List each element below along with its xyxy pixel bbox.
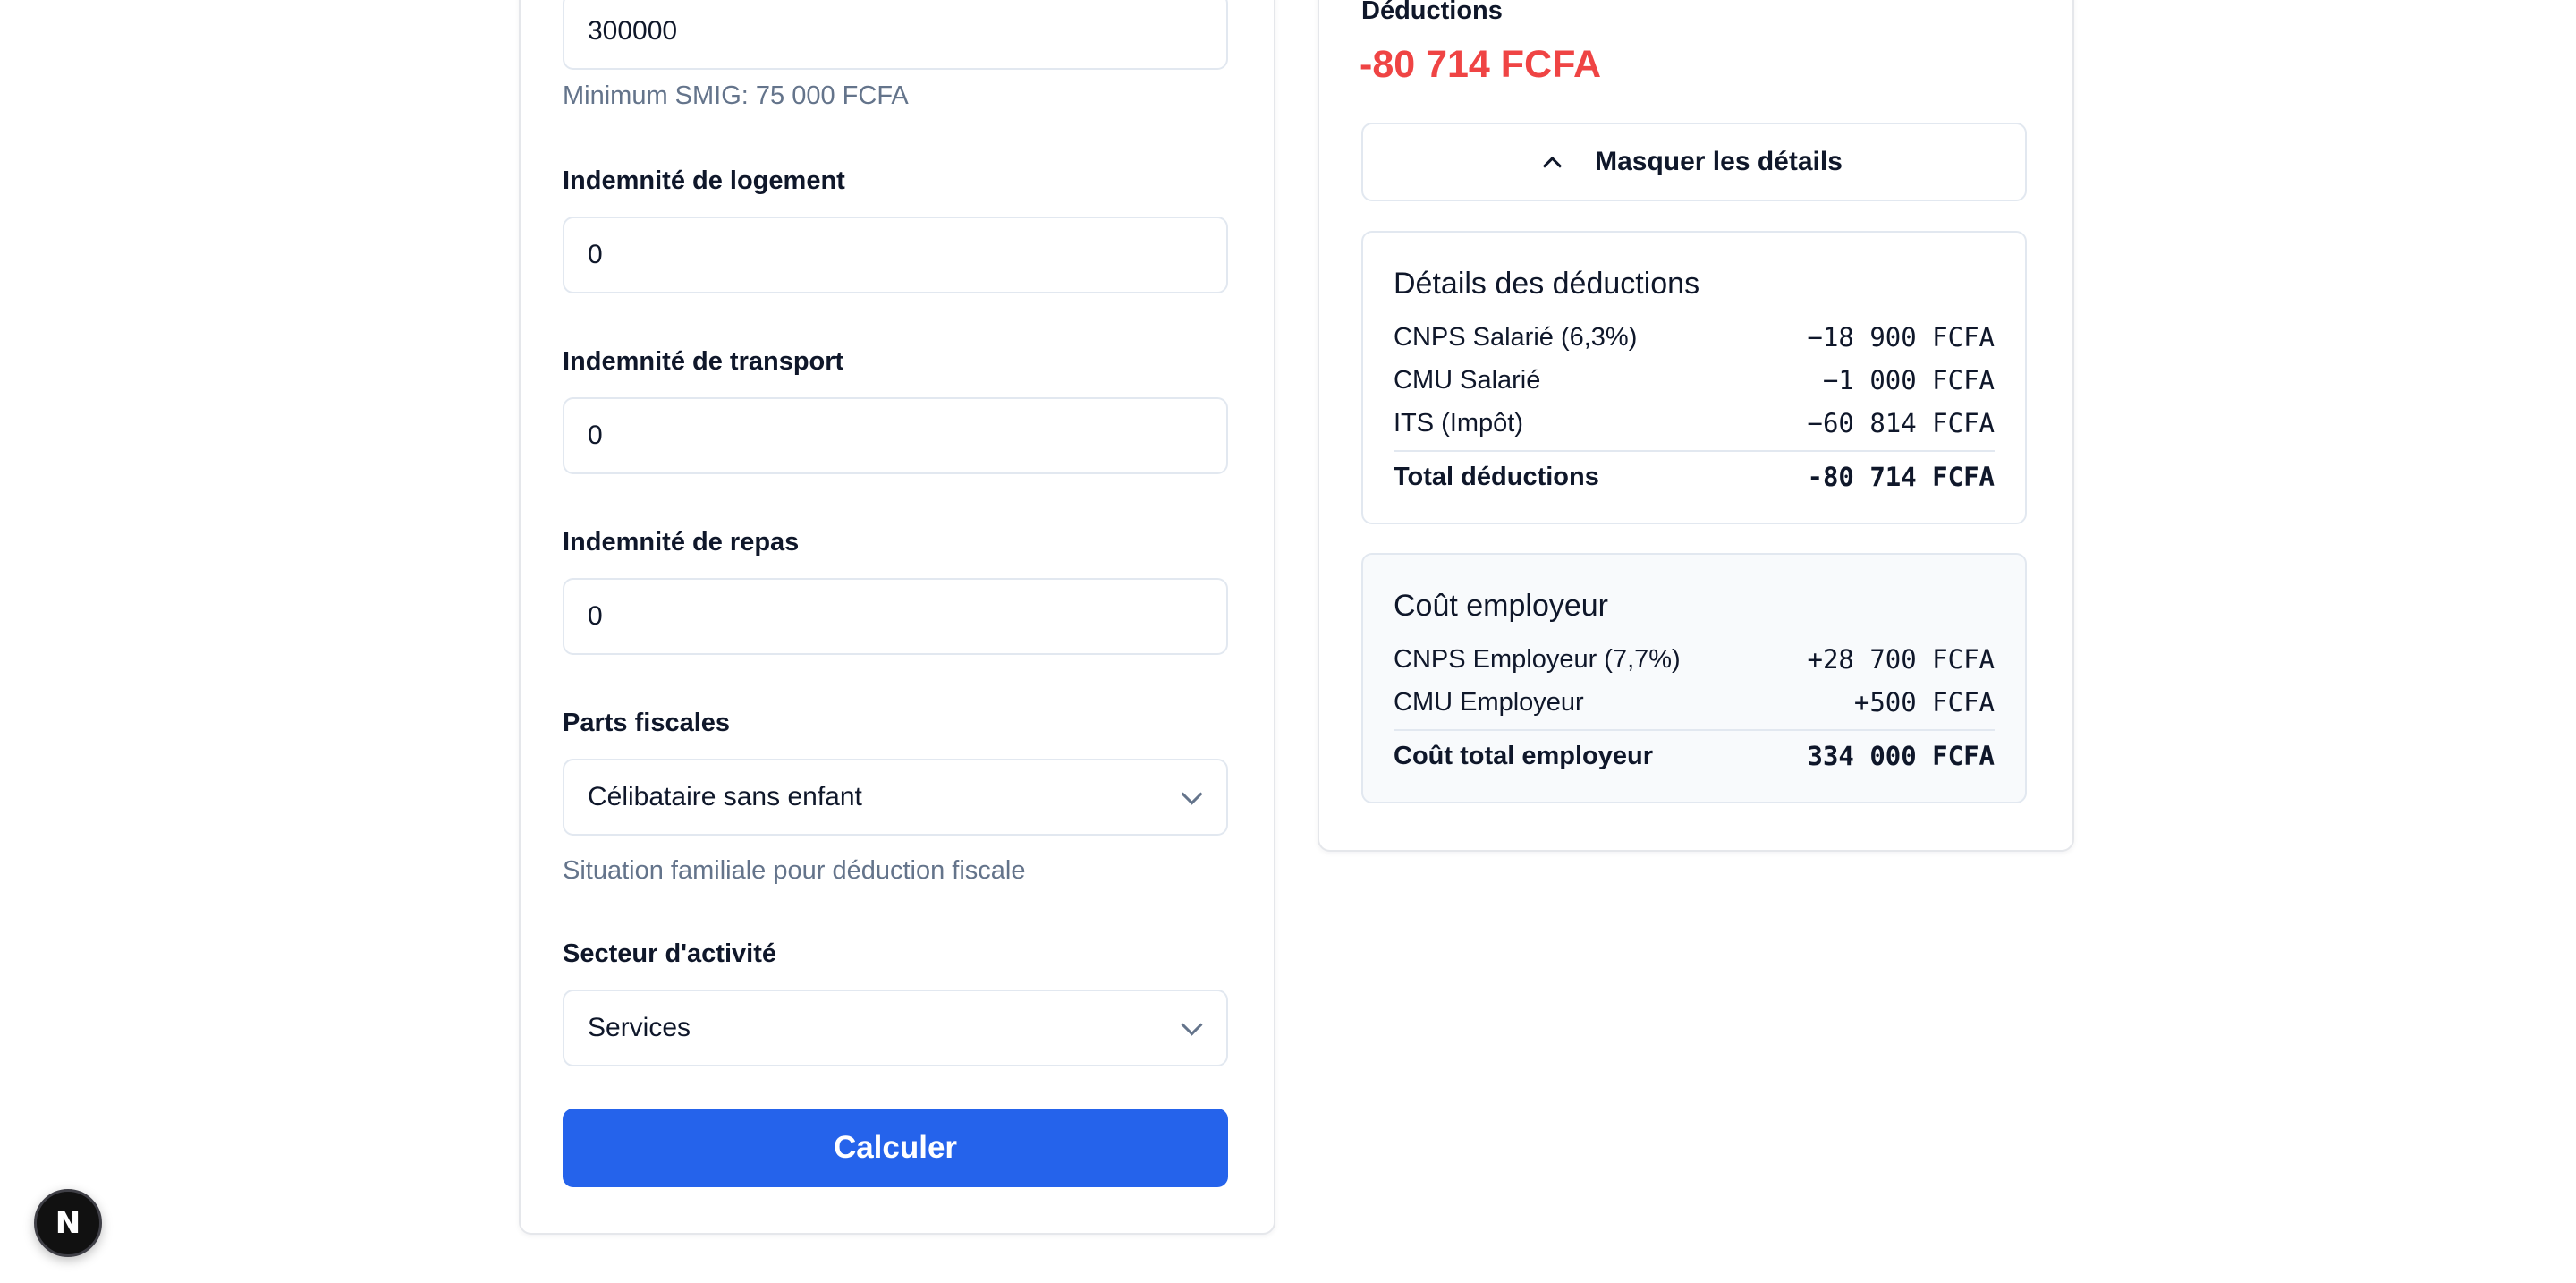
tax-parts-help-text: Situation familiale pour déduction fisca… (563, 856, 1026, 885)
deduction-row-label: ITS (Impôt) (1394, 408, 1524, 438)
deduction-row-value: −60 814 FCFA (1807, 408, 1995, 438)
deduction-row: ITS (Impôt) −60 814 FCFA (1394, 402, 1995, 445)
employer-row-value: +500 FCFA (1853, 687, 1995, 718)
employer-cost-title: Coût employeur (1394, 589, 1609, 623)
deduction-row: CMU Salarié −1 000 FCFA (1394, 359, 1995, 402)
meal-label: Indemnité de repas (563, 528, 800, 557)
housing-label: Indemnité de logement (563, 166, 845, 195)
hide-details-button[interactable]: Masquer les détails (1361, 123, 2027, 201)
chevron-up-icon (1542, 156, 1563, 175)
tax-parts-select[interactable]: Célibataire sans enfant (563, 759, 1228, 836)
deduction-row-label: CMU Salarié (1394, 365, 1541, 395)
meal-allowance-input[interactable]: 0 (563, 578, 1228, 655)
chevron-down-icon (1181, 783, 1203, 805)
employer-total-label: Coût total employeur (1394, 741, 1654, 770)
housing-value: 0 (588, 240, 603, 269)
sector-value: Services (588, 1013, 691, 1042)
chevron-down-icon (1181, 1014, 1203, 1036)
deductions-detail-panel: Détails des déductions CNPS Salarié (6,3… (1361, 231, 2027, 524)
meal-value: 0 (588, 601, 603, 631)
tax-parts-value: Célibataire sans enfant (588, 782, 862, 811)
employer-row-label: CMU Employeur (1394, 687, 1584, 717)
tax-parts-label: Parts fiscales (563, 709, 731, 737)
deduction-row: CNPS Salarié (6,3%) −18 900 FCFA (1394, 316, 1995, 359)
employer-row-label: CNPS Employeur (7,7%) (1394, 644, 1681, 674)
deductions-total-row: Total déductions -80 714 FCFA (1394, 450, 1995, 502)
transport-value: 0 (588, 421, 603, 450)
gross-salary-value: 300000 (588, 16, 678, 46)
deduction-row-value: −1 000 FCFA (1822, 365, 1995, 395)
deductions-label: Déductions (1361, 0, 1503, 25)
hide-details-label: Masquer les détails (1595, 147, 1843, 176)
page: 300000 Minimum SMIG: 75 000 FCFA Indemni… (0, 0, 2576, 1283)
housing-allowance-input[interactable]: 0 (563, 217, 1228, 293)
deduction-row-value: −18 900 FCFA (1807, 322, 1995, 353)
transport-allowance-input[interactable]: 0 (563, 397, 1228, 474)
transport-label: Indemnité de transport (563, 347, 844, 376)
dev-badge-letter: N (55, 1205, 81, 1241)
employer-row-value: +28 700 FCFA (1807, 644, 1995, 675)
calculate-button[interactable]: Calculer (563, 1109, 1228, 1187)
nextjs-logo-icon[interactable]: N (34, 1189, 102, 1257)
employer-total-value: 334 000 FCFA (1807, 741, 1995, 771)
employer-row: CMU Employeur +500 FCFA (1394, 681, 1995, 724)
salary-help-text: Minimum SMIG: 75 000 FCFA (563, 81, 909, 110)
deductions-total-label: Total déductions (1394, 462, 1599, 491)
sector-label: Secteur d'activité (563, 939, 776, 968)
deductions-detail-title: Détails des déductions (1394, 267, 1700, 301)
deduction-row-label: CNPS Salarié (6,3%) (1394, 322, 1638, 352)
employer-cost-panel: Coût employeur CNPS Employeur (7,7%) +28… (1361, 553, 2027, 803)
employer-total-row: Coût total employeur 334 000 FCFA (1394, 729, 1995, 781)
employer-row: CNPS Employeur (7,7%) +28 700 FCFA (1394, 638, 1995, 681)
deductions-total-value: -80 714 FCFA (1807, 462, 1995, 492)
deductions-amount: -80 714 FCFA (1360, 43, 1602, 86)
gross-salary-input[interactable]: 300000 (563, 0, 1228, 70)
sector-select[interactable]: Services (563, 990, 1228, 1066)
